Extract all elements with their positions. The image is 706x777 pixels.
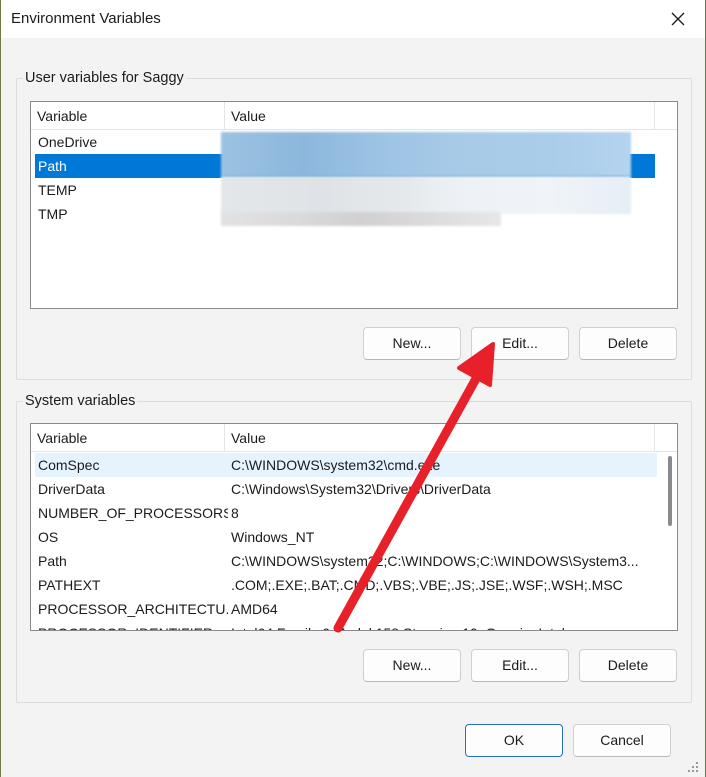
user-new-button[interactable]: New...: [363, 327, 461, 360]
table-row[interactable]: DriverData C:\Windows\System32\Drivers\D…: [35, 477, 657, 501]
column-header-value[interactable]: Value: [225, 424, 655, 452]
variable-name: OS: [38, 529, 59, 545]
system-edit-button[interactable]: Edit...: [471, 649, 569, 682]
ok-button[interactable]: OK: [465, 724, 563, 757]
variable-value: 8: [231, 505, 239, 521]
system-variables-label: System variables: [23, 393, 138, 409]
title-bar: Environment Variables: [1, 0, 705, 38]
variable-value: Intel64 Family 6 Model 158 Stepping 10, …: [228, 621, 648, 630]
variable-name: DriverData: [38, 481, 105, 497]
variable-value: C:\Windows\System32\Drivers\DriverData: [231, 481, 491, 497]
system-variables-header: Variable Value: [31, 424, 677, 452]
variable-value: AMD64: [231, 601, 278, 617]
table-row[interactable]: NUMBER_OF_PROCESSORS 8: [35, 501, 657, 525]
environment-variables-dialog: Environment Variables User variables for…: [0, 0, 706, 777]
column-header-value[interactable]: Value: [225, 102, 655, 130]
table-row[interactable]: PATHEXT .COM;.EXE;.BAT;.CMD;.VBS;.VBE;.J…: [35, 573, 657, 597]
variable-name: TMP: [38, 206, 68, 222]
variable-value: C:\WINDOWS\system32\cmd.exe: [231, 457, 441, 473]
variable-name: Path: [38, 553, 67, 569]
variable-value: .COM;.EXE;.BAT;.CMD;.VBS;.VBE;.JS;.JSE;.…: [231, 577, 623, 593]
user-delete-button[interactable]: Delete: [579, 327, 677, 360]
user-variables-header: Variable Value: [31, 102, 677, 130]
user-variables-label: User variables for Saggy: [23, 70, 186, 86]
column-header-variable[interactable]: Variable: [31, 102, 225, 130]
cancel-button[interactable]: Cancel: [573, 724, 671, 757]
variable-name: OneDrive: [38, 134, 98, 150]
variable-name: NUMBER_OF_PROCESSORS: [38, 505, 228, 521]
variable-value: C:\WINDOWS\system32;C:\WINDOWS;C:\WINDOW…: [231, 553, 639, 569]
variable-name: ComSpec: [38, 457, 100, 473]
variable-value: Windows_NT: [231, 529, 315, 545]
variable-name: Path: [38, 158, 67, 174]
scrollbar-thumb[interactable]: [668, 456, 672, 526]
variable-name: TEMP: [38, 182, 77, 198]
system-new-button[interactable]: New...: [363, 649, 461, 682]
window-title: Environment Variables: [11, 10, 161, 27]
table-row[interactable]: PROCESSOR_ARCHITECTU... AMD64: [35, 597, 657, 621]
table-row[interactable]: OS Windows_NT: [35, 525, 657, 549]
user-edit-button[interactable]: Edit...: [471, 327, 569, 360]
user-variables-list[interactable]: Variable Value OneDrive Path TEMP TMP: [30, 101, 678, 309]
vertical-scrollbar[interactable]: [665, 452, 675, 630]
table-row[interactable]: ComSpec C:\WINDOWS\system32\cmd.exe: [35, 453, 657, 477]
close-button[interactable]: [655, 2, 701, 36]
variable-name: PROCESSOR_ARCHITECTU...: [38, 601, 228, 617]
variable-name: PROCESSOR_IDENTIFIER: [35, 621, 228, 630]
redacted-values: [221, 132, 633, 226]
system-variables-list[interactable]: Variable Value ComSpec C:\WINDOWS\system…: [30, 423, 678, 631]
close-icon: [671, 12, 685, 26]
system-delete-button[interactable]: Delete: [579, 649, 677, 682]
resize-grip-icon[interactable]: [687, 761, 699, 773]
column-header-variable[interactable]: Variable: [31, 424, 225, 452]
table-row[interactable]: Path C:\WINDOWS\system32;C:\WINDOWS;C:\W…: [35, 549, 657, 573]
table-row[interactable]: PROCESSOR_IDENTIFIER Intel64 Family 6 Mo…: [35, 621, 657, 630]
variable-name: PATHEXT: [38, 577, 101, 593]
